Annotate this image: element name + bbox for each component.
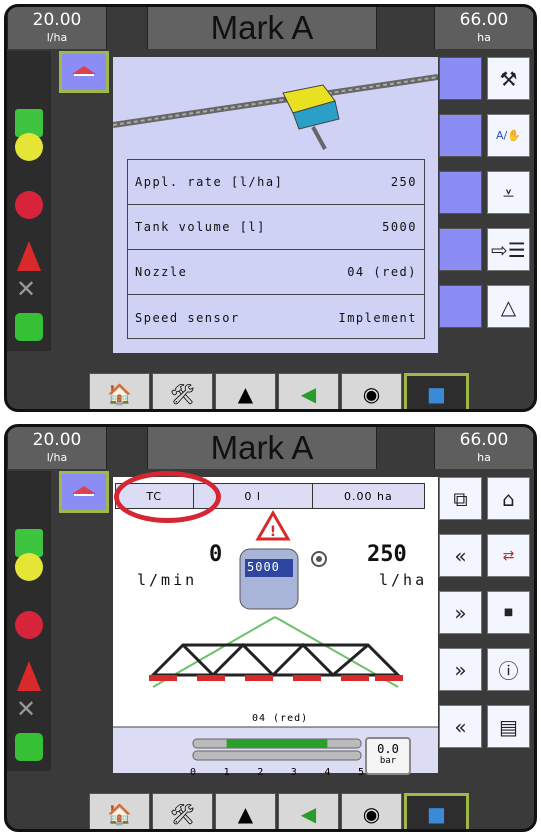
- title-bar: Mark A: [147, 7, 377, 49]
- blank-button-4[interactable]: [439, 228, 482, 271]
- rate-increase-alt-icon[interactable]: »: [439, 648, 482, 691]
- tank-volume-label: 5000: [247, 560, 280, 574]
- sprayer-mode-button[interactable]: [59, 51, 109, 93]
- setting-appl-rate[interactable]: Appl. rate [l/ha] 250: [128, 160, 424, 205]
- pressure-tick-label: 1: [223, 767, 230, 778]
- bottom-screen: 20.00 l/ha Mark A 66.00 ha ✕ ! TC 0 l 0.…: [4, 424, 537, 832]
- rate-unit: l/ha: [379, 571, 428, 589]
- copy-icon[interactable]: ⧉: [439, 477, 482, 520]
- rate-readout-value: 20.00: [32, 10, 82, 30]
- cross-icon: ✕: [16, 275, 37, 303]
- pressure-tick-label: 5: [358, 767, 365, 778]
- blank-button-1[interactable]: [439, 57, 482, 100]
- rate-readout[interactable]: 20.00 l/ha: [7, 7, 107, 49]
- boom-height-icon[interactable]: ⩡: [487, 171, 530, 214]
- flow-value: 0: [209, 542, 223, 567]
- screens-icon[interactable]: ■: [404, 793, 469, 829]
- area-readout-unit: ha: [477, 451, 491, 464]
- rate-readout[interactable]: 20.00 l/ha: [7, 427, 107, 469]
- setting-speed-sensor[interactable]: Speed sensor Implement: [128, 295, 424, 340]
- tank-icon[interactable]: ▤: [487, 705, 530, 748]
- rate-readout-value: 20.00: [32, 430, 82, 450]
- pressure-value: 0.0: [377, 742, 399, 756]
- tools-icon[interactable]: 🛠: [152, 373, 213, 409]
- bottom-nav: 🏠 🛠 ▲ ◀ ◉ ■: [89, 793, 469, 829]
- boom-section-lamp-icon: [15, 133, 43, 161]
- camera-icon[interactable]: ◉: [341, 373, 402, 409]
- field-icon[interactable]: ▲: [215, 793, 276, 829]
- area-readout[interactable]: 66.00 ha: [434, 7, 534, 49]
- rate-value: 250: [367, 542, 407, 567]
- area-readout-value: 66.00: [459, 10, 509, 30]
- blank-button-3[interactable]: [439, 171, 482, 214]
- home-icon[interactable]: ⌂: [487, 477, 530, 520]
- title-bar: Mark A: [147, 427, 377, 469]
- menu-list-icon[interactable]: ⇨☰: [487, 228, 530, 271]
- svg-text:!: !: [270, 524, 276, 540]
- pressure-readout: 0.0 bar: [365, 737, 411, 775]
- setting-nozzle[interactable]: Nozzle 04 (red): [128, 250, 424, 295]
- status-column: ✕: [7, 471, 51, 771]
- status-column: ✕: [7, 51, 51, 351]
- rate-toggle-icon[interactable]: ⇄: [487, 534, 530, 577]
- setting-value: 04 (red): [347, 265, 417, 279]
- sensor-icon: [15, 313, 43, 341]
- area-readout-value: 66.00: [459, 430, 509, 450]
- area-readout-small: 0.00 ha: [344, 489, 393, 503]
- rate-decrease-icon[interactable]: «: [439, 534, 482, 577]
- setting-tank-volume[interactable]: Tank volume [l] 5000: [128, 205, 424, 250]
- rate-readout-unit: l/ha: [46, 31, 68, 44]
- blank-button-5[interactable]: [439, 285, 482, 328]
- red-lamp-icon: [15, 191, 43, 219]
- camera-icon[interactable]: ◉: [341, 793, 402, 829]
- red-lamp-icon: [15, 611, 43, 639]
- area-readout-unit: ha: [477, 31, 491, 44]
- pressure-tick-label: 4: [324, 767, 331, 778]
- setting-label: Tank volume [l]: [135, 220, 266, 234]
- info-icon[interactable]: ⓘ: [487, 648, 530, 691]
- setting-label: Nozzle: [135, 265, 188, 279]
- screens-icon[interactable]: ■: [404, 373, 469, 409]
- flag-icon[interactable]: ◀: [278, 793, 339, 829]
- tools-icon[interactable]: 🛠: [152, 793, 213, 829]
- page-title: Mark A: [210, 9, 314, 46]
- pressure-tick-label: 2: [257, 767, 264, 778]
- pressure-tick-label: 3: [290, 767, 297, 778]
- area-readout[interactable]: 66.00 ha: [434, 427, 534, 469]
- rate-increase-icon[interactable]: »: [439, 591, 482, 634]
- cross-icon: ✕: [16, 695, 37, 723]
- sprayer-mode-button[interactable]: [59, 471, 109, 513]
- bottom-nav: 🏠 🛠 ▲ ◀ ◉ ■: [89, 373, 469, 409]
- home-icon[interactable]: 🏠: [89, 373, 150, 409]
- nozzle-label: 04 (red): [252, 713, 309, 724]
- flag-icon[interactable]: ◀: [278, 373, 339, 409]
- setting-value: Implement: [338, 310, 417, 325]
- flow-unit: l/min: [137, 571, 198, 589]
- rate-readout-unit: l/ha: [46, 451, 68, 464]
- tank-icon: [239, 548, 299, 610]
- pressure-tick-label: 0: [190, 767, 197, 778]
- boom-cone-icon: [17, 661, 41, 691]
- stop-icon[interactable]: ■: [487, 591, 530, 634]
- rate-decrease-alt-icon[interactable]: «: [439, 705, 482, 748]
- boom-section-lamp-icon: [15, 553, 43, 581]
- rotate-icon[interactable]: △: [487, 285, 530, 328]
- blank-button-2[interactable]: [439, 114, 482, 157]
- pressure-unit: bar: [379, 756, 397, 766]
- boom-cone-icon: [17, 241, 41, 271]
- sprayer-illustration-icon: [112, 74, 439, 150]
- field-icon[interactable]: ▲: [215, 373, 276, 409]
- top-screen: 20.00 l/ha Mark A 66.00 ha ✕ Appl. rate …: [4, 4, 537, 412]
- home-icon[interactable]: 🏠: [89, 793, 150, 829]
- setting-label: Speed sensor: [135, 310, 240, 325]
- worker-icon[interactable]: ⚒: [487, 57, 530, 100]
- auto-manual-icon[interactable]: A/✋: [487, 114, 530, 157]
- page-title: Mark A: [210, 429, 314, 466]
- sensor-icon: [15, 733, 43, 761]
- settings-list: Appl. rate [l/ha] 250 Tank volume [l] 50…: [127, 159, 425, 339]
- setting-label: Appl. rate [l/ha]: [135, 175, 284, 189]
- callout-ellipse: [114, 471, 221, 523]
- setting-value: 250: [390, 175, 417, 189]
- setting-value: 5000: [382, 220, 417, 234]
